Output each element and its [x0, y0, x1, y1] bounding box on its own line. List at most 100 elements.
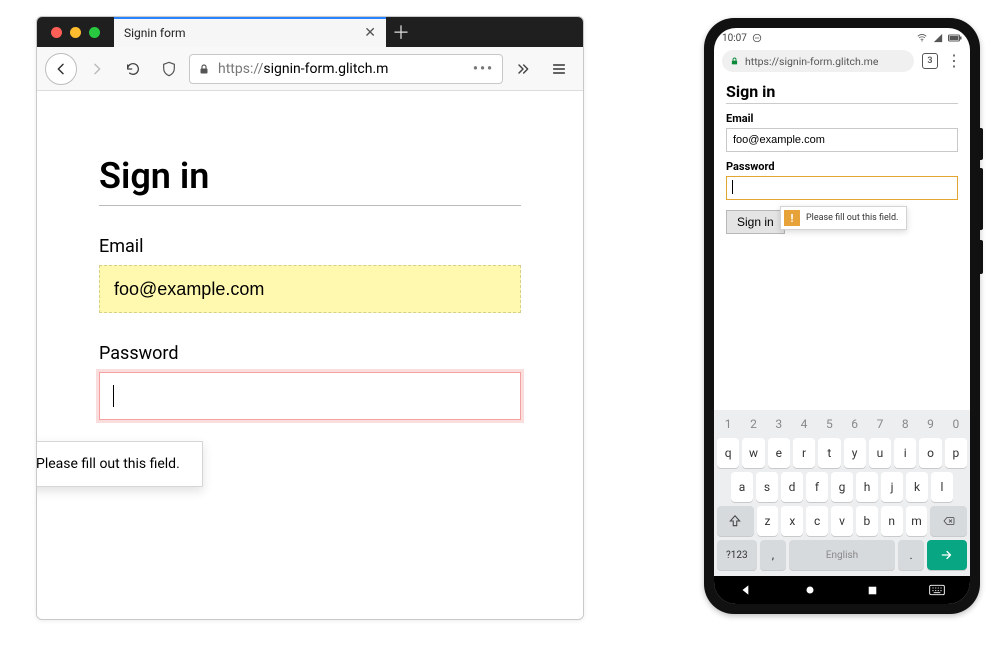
lock-icon	[730, 56, 739, 66]
key-1[interactable]: 1	[717, 414, 739, 434]
symbols-key[interactable]: ?123	[717, 540, 757, 570]
tab-close-icon[interactable]: ✕	[364, 26, 376, 40]
text-caret-icon	[113, 385, 114, 407]
key-6[interactable]: 6	[844, 414, 866, 434]
key-s[interactable]: s	[756, 472, 778, 502]
key-w[interactable]: w	[742, 438, 764, 468]
key-m[interactable]: m	[906, 506, 928, 536]
tab-title: Signin form	[124, 26, 186, 40]
key-y[interactable]: y	[844, 438, 866, 468]
page-content: Sign in Email Password Please fill out t…	[37, 91, 583, 619]
key-r[interactable]: r	[793, 438, 815, 468]
key-k[interactable]: k	[906, 472, 928, 502]
tracking-shield-icon[interactable]	[153, 53, 185, 85]
key-i[interactable]: i	[894, 438, 916, 468]
status-bar: 10:07	[714, 28, 970, 48]
key-h[interactable]: h	[856, 472, 878, 502]
new-tab-button[interactable]: ＋	[386, 17, 416, 47]
nav-home-icon[interactable]	[803, 583, 817, 597]
browser-tab[interactable]: Signin form ✕	[114, 17, 386, 47]
key-v[interactable]: v	[831, 506, 853, 536]
key-u[interactable]: u	[869, 438, 891, 468]
validation-message: Please fill out this field.	[36, 456, 180, 472]
reload-button[interactable]	[117, 53, 149, 85]
key-5[interactable]: 5	[818, 414, 840, 434]
password-label: Password	[99, 343, 521, 364]
url-text: https://signin-form.glitch.m	[218, 61, 465, 77]
page-title: Sign in	[726, 82, 958, 104]
key-8[interactable]: 8	[894, 414, 916, 434]
period-key[interactable]: .	[898, 540, 924, 570]
window-zoom-icon[interactable]	[89, 27, 100, 38]
key-0[interactable]: 0	[945, 414, 967, 434]
password-label: Password	[726, 160, 958, 173]
key-j[interactable]: j	[881, 472, 903, 502]
browser-toolbar: https://signin-form.glitch.m •••	[37, 47, 583, 91]
space-key[interactable]: English	[789, 540, 895, 570]
window-minimize-icon[interactable]	[70, 27, 81, 38]
key-d[interactable]: d	[781, 472, 803, 502]
email-label: Email	[99, 236, 521, 257]
shift-key[interactable]	[717, 506, 754, 536]
key-e[interactable]: e	[768, 438, 790, 468]
window-close-icon[interactable]	[51, 27, 62, 38]
validation-tooltip: Please fill out this field.	[36, 441, 203, 487]
validation-message: Please fill out this field.	[806, 213, 898, 223]
tab-strip: Signin form ✕ ＋	[37, 17, 583, 47]
key-l[interactable]: l	[931, 472, 953, 502]
validation-tooltip: ! Please fill out this field.	[780, 206, 907, 230]
key-q[interactable]: q	[717, 438, 739, 468]
key-b[interactable]: b	[856, 506, 878, 536]
password-field[interactable]	[726, 176, 958, 200]
key-g[interactable]: g	[831, 472, 853, 502]
tab-count-button[interactable]: 3	[922, 53, 938, 69]
email-field[interactable]	[726, 128, 958, 152]
back-button[interactable]	[45, 53, 77, 85]
lock-icon	[198, 62, 210, 76]
key-a[interactable]: a	[731, 472, 753, 502]
key-t[interactable]: t	[818, 438, 840, 468]
mobile-chrome-bar: https://signin-form.glitch.me 3 ⋮	[714, 48, 970, 78]
key-4[interactable]: 4	[793, 414, 815, 434]
android-nav-bar	[714, 576, 970, 604]
nav-keyboard-icon[interactable]	[929, 584, 945, 596]
password-field[interactable]	[99, 372, 521, 420]
key-n[interactable]: n	[881, 506, 903, 536]
overflow-chevrons-icon[interactable]	[507, 53, 539, 85]
hamburger-menu-icon[interactable]	[543, 53, 575, 85]
cell-signal-icon	[932, 33, 944, 43]
key-7[interactable]: 7	[869, 414, 891, 434]
email-field[interactable]	[99, 265, 521, 313]
key-x[interactable]: x	[781, 506, 803, 536]
phone-screen: 10:07 ht	[714, 28, 970, 604]
key-3[interactable]: 3	[768, 414, 790, 434]
phone-side-button	[980, 168, 983, 230]
key-o[interactable]: o	[919, 438, 941, 468]
phone-side-button	[980, 128, 983, 160]
do-not-disturb-icon	[752, 33, 762, 43]
backspace-key[interactable]	[930, 506, 967, 536]
page-actions-icon[interactable]: •••	[473, 61, 494, 77]
comma-key[interactable]: ,	[760, 540, 786, 570]
email-label: Email	[726, 112, 958, 125]
sign-in-button[interactable]: Sign in	[726, 210, 785, 234]
key-2[interactable]: 2	[742, 414, 764, 434]
mobile-page-content: Sign in Email Password Sign in ! Please …	[714, 78, 970, 234]
warning-icon: !	[784, 210, 800, 226]
key-z[interactable]: z	[757, 506, 779, 536]
kebab-menu-icon[interactable]: ⋮	[946, 53, 962, 69]
page-title: Sign in	[99, 155, 521, 206]
url-bar[interactable]: https://signin-form.glitch.m •••	[189, 54, 503, 84]
mobile-url-bar[interactable]: https://signin-form.glitch.me	[722, 50, 914, 72]
key-f[interactable]: f	[806, 472, 828, 502]
key-9[interactable]: 9	[919, 414, 941, 434]
enter-key[interactable]	[927, 540, 967, 570]
nav-recents-icon[interactable]	[866, 584, 879, 597]
soft-keyboard: 1234567890 qwertyuiop asdfghjkl zxcvbnm …	[714, 410, 970, 576]
forward-button[interactable]	[81, 53, 113, 85]
key-p[interactable]: p	[945, 438, 967, 468]
nav-back-icon[interactable]	[739, 583, 753, 597]
text-caret-icon	[732, 180, 733, 194]
key-c[interactable]: c	[806, 506, 828, 536]
phone-frame: 10:07 ht	[704, 18, 980, 614]
